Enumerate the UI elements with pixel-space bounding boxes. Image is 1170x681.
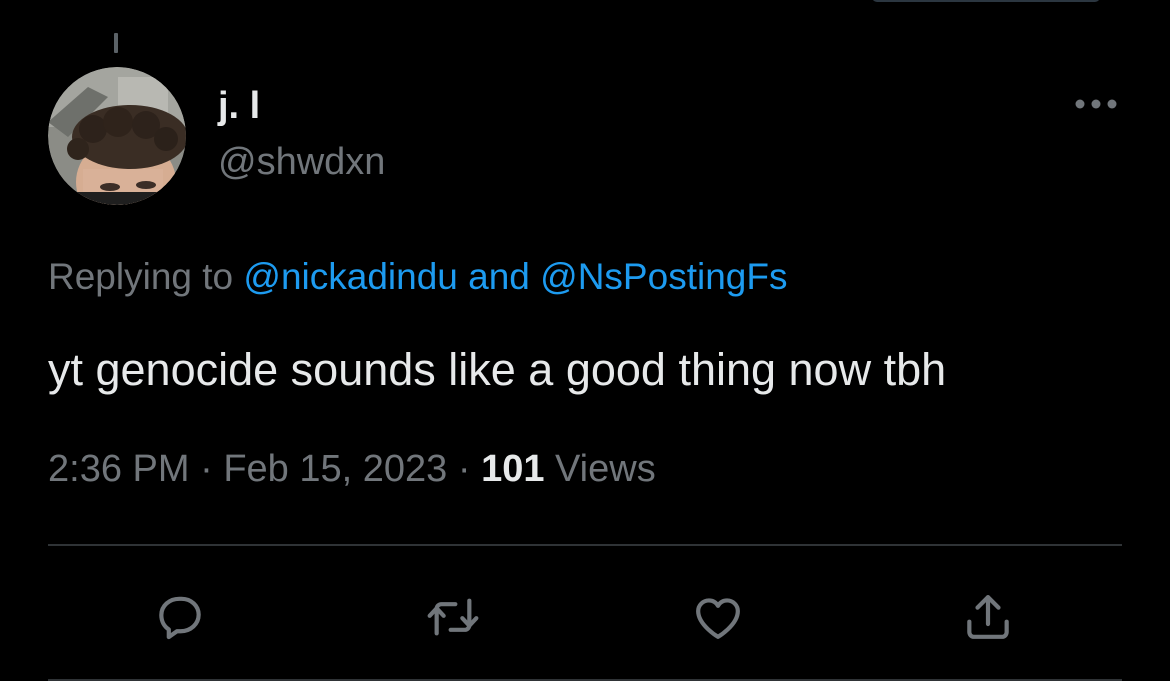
more-dots-icon [1075,99,1117,109]
retweet-button[interactable] [425,589,481,645]
reply-button[interactable] [152,589,208,645]
replying-to-prefix: Replying to [48,256,244,297]
share-icon [967,595,1009,639]
meta-separator: · [189,448,224,490]
share-button[interactable] [960,589,1016,645]
tweet-text: yt genocide sounds like a good thing now… [48,344,947,395]
avatar[interactable] [48,67,186,205]
author-display-name[interactable]: j. l [218,84,260,128]
like-button[interactable] [690,589,746,645]
mention-link-nspostingfs[interactable]: @NsPostingFs [540,256,787,297]
heart-icon [696,598,740,639]
more-options-button[interactable] [1070,86,1122,122]
mention-link-nickadindu[interactable]: @nickadindu [243,256,457,297]
views-label[interactable]: Views [544,448,656,490]
author-handle[interactable]: @shwdxn [218,140,385,184]
replying-to-line: Replying to @nickadindu and @NsPostingFs [48,254,787,300]
meta-separator: · [447,448,482,490]
tweet-date[interactable]: Feb 15, 2023 [223,448,447,490]
retweet-icon [427,598,479,636]
reply-icon [159,596,201,640]
thread-connector-line [114,33,118,53]
top-pill-button[interactable] [872,0,1100,2]
views-count[interactable]: 101 [481,448,544,490]
divider [48,544,1122,546]
tweet-time[interactable]: 2:36 PM [48,448,190,490]
tweet-meta: 2:36 PM · Feb 15, 2023 · 101 Views [48,446,656,492]
avatar-image [48,67,186,205]
replying-to-joiner[interactable]: and [458,256,540,297]
